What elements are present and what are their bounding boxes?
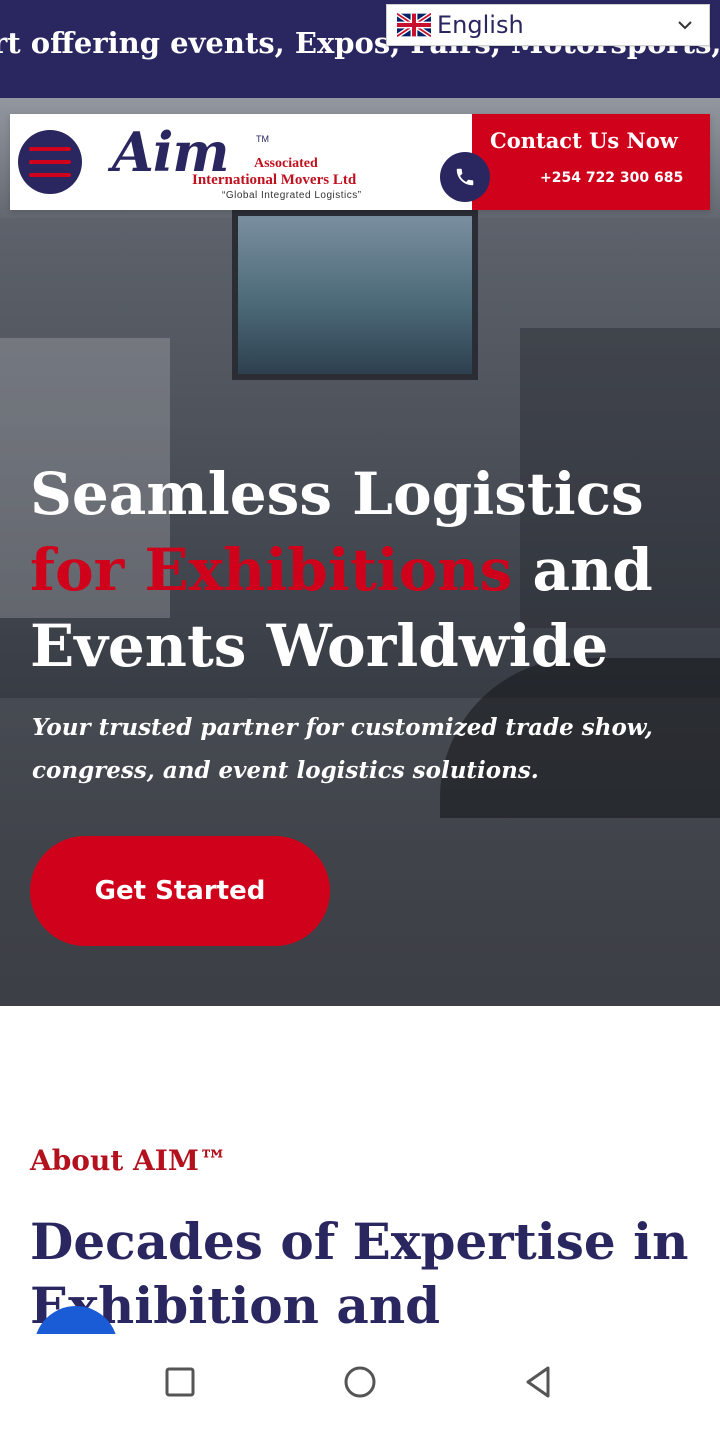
hero-title-part1: Seamless Logistics bbox=[30, 460, 644, 528]
aim-logo[interactable]: Aim TM Associated International Movers L… bbox=[110, 120, 410, 204]
get-started-button[interactable]: Get Started bbox=[30, 836, 330, 946]
logo-line1: Associated bbox=[254, 156, 318, 171]
contact-us-button[interactable]: Contact Us Now +254 722 300 685 bbox=[472, 114, 710, 210]
site-header: Aim TM Associated International Movers L… bbox=[10, 114, 710, 210]
contact-phone: +254 722 300 685 bbox=[540, 170, 684, 186]
phone-glyph bbox=[456, 168, 474, 186]
logo-tagline: “Global Integrated Logistics” bbox=[222, 190, 362, 201]
logo-tm: TM bbox=[256, 134, 269, 144]
language-label: English bbox=[437, 11, 524, 39]
hero-section: Seamless Logistics for Exhibitions and E… bbox=[0, 98, 720, 1006]
about-label: About AIM™ bbox=[30, 1144, 227, 1177]
uk-flag-icon bbox=[397, 13, 431, 37]
logo-line2: International Movers Ltd bbox=[192, 172, 357, 188]
contact-title: Contact Us Now bbox=[490, 128, 678, 153]
phone-icon[interactable] bbox=[440, 152, 490, 202]
system-navigation-bar bbox=[0, 1334, 720, 1430]
hero-subtitle: Your trusted partner for customized trad… bbox=[32, 714, 653, 784]
circle-home-icon[interactable] bbox=[342, 1364, 378, 1400]
about-heading: Decades of Expertise in Exhibition and bbox=[30, 1212, 689, 1335]
hero-title-highlight: for Exhibitions bbox=[30, 536, 513, 604]
chevron-down-icon bbox=[678, 21, 692, 30]
hero-title: Seamless Logistics for Exhibitions and E… bbox=[30, 456, 700, 684]
hero-display-screen bbox=[232, 210, 478, 380]
language-selector[interactable]: English bbox=[386, 4, 710, 46]
triangle-back-icon[interactable] bbox=[520, 1364, 556, 1400]
square-recents-icon[interactable] bbox=[162, 1364, 198, 1400]
hamburger-menu-icon[interactable] bbox=[18, 130, 82, 194]
